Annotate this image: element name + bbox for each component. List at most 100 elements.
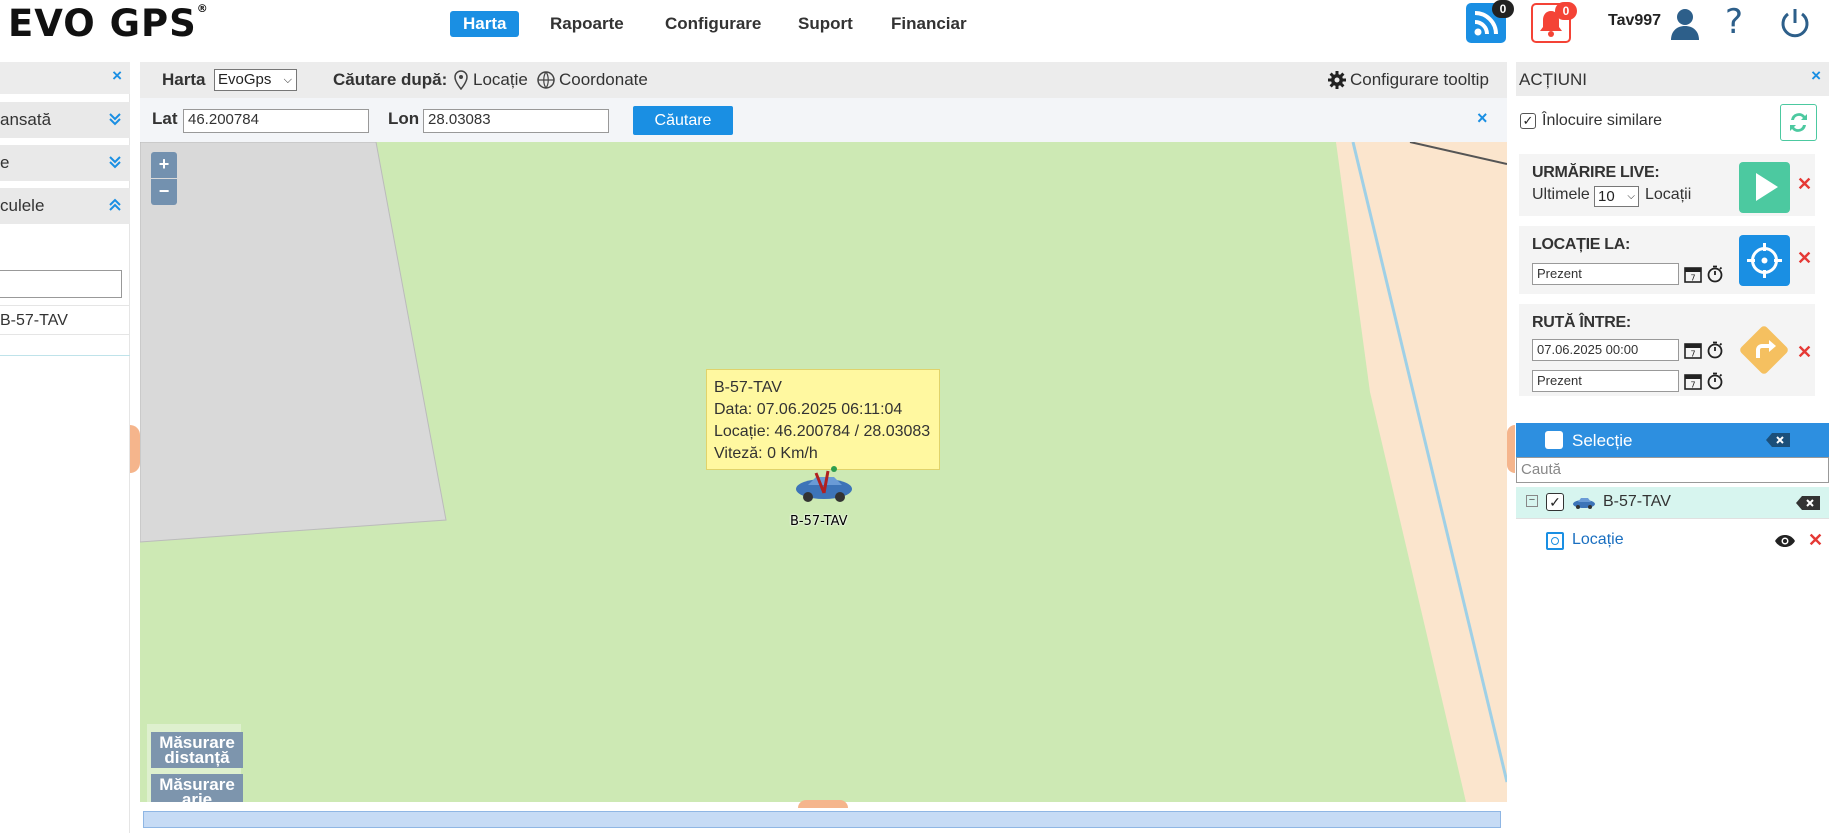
username[interactable]: Tav997 bbox=[1608, 12, 1661, 30]
map-canvas[interactable]: + − B-57-TAV Data: 07.06.2025 06:11:04 L… bbox=[140, 142, 1507, 802]
help-icon[interactable]: ? bbox=[1725, 2, 1743, 42]
calendar-icon[interactable]: 7 bbox=[1684, 372, 1702, 390]
calendar-icon[interactable]: 7 bbox=[1684, 341, 1702, 359]
route-card: RUTĂ ÎNTRE: 07.06.2025 00:00 7 Prezent 7… bbox=[1519, 304, 1815, 396]
alerts-button[interactable]: 0 bbox=[1531, 2, 1577, 43]
close-actions-icon[interactable]: × bbox=[1811, 66, 1821, 86]
map-label: Harta bbox=[162, 70, 206, 89]
measure-area-button[interactable]: Măsurare arie bbox=[151, 774, 243, 802]
clear-location-icon[interactable]: ✕ bbox=[1797, 248, 1812, 269]
zoom-out-button[interactable]: − bbox=[151, 179, 177, 205]
right-panel-toggle[interactable] bbox=[1507, 425, 1515, 473]
replace-similar-checkbox[interactable]: ✓ bbox=[1520, 113, 1536, 129]
actions-panel: ACȚIUNI × ✓ Înlocuire similare URMĂRIRE … bbox=[1516, 62, 1829, 833]
app-logo[interactable]: EVO GPS® bbox=[8, 2, 209, 45]
car-icon bbox=[1573, 498, 1595, 509]
power-icon[interactable] bbox=[1777, 5, 1813, 41]
rss-button[interactable]: 0 bbox=[1466, 0, 1514, 43]
left-panel-header: × bbox=[0, 62, 130, 94]
locate-button[interactable] bbox=[1739, 235, 1790, 286]
live-title: URMĂRIRE LIVE: bbox=[1532, 164, 1660, 181]
nav-configurare[interactable]: Configurare bbox=[652, 11, 774, 37]
eye-icon[interactable] bbox=[1774, 534, 1796, 548]
vehicle-checkbox[interactable]: ✓ bbox=[1546, 493, 1564, 511]
double-chevron-down-icon bbox=[109, 156, 121, 169]
left-section-3[interactable]: culele bbox=[0, 188, 130, 224]
lat-input[interactable]: 46.200784 bbox=[183, 109, 369, 133]
start-live-button[interactable] bbox=[1739, 162, 1790, 213]
actions-header: ACȚIUNI × bbox=[1516, 62, 1829, 96]
location-pin-icon[interactable] bbox=[453, 70, 469, 90]
actions-title: ACȚIUNI bbox=[1519, 70, 1587, 89]
search-button[interactable]: Căutare bbox=[633, 106, 733, 135]
bottom-panel-toggle[interactable] bbox=[798, 800, 848, 808]
left-section-1[interactable]: ansată bbox=[0, 102, 130, 138]
calendar-icon[interactable]: 7 bbox=[1684, 265, 1702, 283]
remove-layer-icon[interactable]: ✕ bbox=[1808, 530, 1823, 551]
live-locations-label: Locații bbox=[1645, 186, 1692, 203]
close-search-icon[interactable]: × bbox=[1477, 108, 1488, 129]
crosshair-icon bbox=[1747, 243, 1782, 278]
gear-icon[interactable] bbox=[1327, 70, 1347, 90]
refresh-icon bbox=[1790, 113, 1807, 132]
marker-label: B-57-TAV bbox=[790, 514, 848, 529]
lon-label: Lon bbox=[388, 109, 420, 128]
double-chevron-down-icon bbox=[109, 113, 121, 126]
rss-count-badge: 0 bbox=[1492, 0, 1514, 18]
selection-search-input[interactable]: Caută bbox=[1516, 457, 1829, 483]
route-from-input[interactable]: 07.06.2025 00:00 bbox=[1532, 339, 1679, 361]
location-option[interactable]: Locație bbox=[473, 70, 528, 90]
left-section-2[interactable]: e bbox=[0, 145, 130, 181]
divider bbox=[0, 355, 130, 356]
nav-harta[interactable]: Harta bbox=[450, 11, 520, 37]
svg-text:7: 7 bbox=[1690, 350, 1695, 359]
left-vehicle-row[interactable]: B-57-TAV bbox=[0, 305, 130, 335]
alerts-count-badge: 0 bbox=[1555, 2, 1577, 20]
clear-selection-icon[interactable] bbox=[1766, 433, 1790, 447]
coordinates-option[interactable]: Coordonate bbox=[559, 70, 648, 90]
double-chevron-up-icon bbox=[109, 198, 121, 211]
location-at-title: LOCAȚIE LA: bbox=[1532, 236, 1631, 253]
map-type-select[interactable]: EvoGps ⌵ bbox=[214, 69, 297, 91]
nav-rapoarte[interactable]: Rapoarte bbox=[537, 11, 637, 37]
svg-text:7: 7 bbox=[1690, 381, 1695, 390]
bottom-panel-bar[interactable] bbox=[143, 811, 1501, 828]
nav-financiar[interactable]: Financiar bbox=[878, 11, 980, 37]
zoom-in-button[interactable]: + bbox=[151, 152, 177, 178]
stopwatch-icon[interactable] bbox=[1706, 341, 1724, 359]
globe-pin-icon[interactable] bbox=[536, 70, 556, 90]
left-panel-toggle[interactable] bbox=[130, 425, 140, 473]
measure-distance-button[interactable]: Măsurare distanță bbox=[151, 732, 243, 768]
route-to-input[interactable]: Prezent bbox=[1532, 370, 1679, 392]
clear-live-icon[interactable]: ✕ bbox=[1797, 174, 1812, 195]
car-marker-icon[interactable] bbox=[788, 463, 860, 508]
vehicle-tooltip: B-57-TAV Data: 07.06.2025 06:11:04 Locaț… bbox=[706, 369, 940, 470]
select-all-checkbox[interactable] bbox=[1545, 431, 1563, 449]
nav-suport[interactable]: Suport bbox=[785, 11, 866, 37]
location-layer-icon[interactable] bbox=[1546, 532, 1564, 550]
tooltip-config-link[interactable]: Configurare tooltip bbox=[1350, 70, 1489, 90]
left-search-input[interactable] bbox=[0, 270, 122, 298]
top-bar: EVO GPS® Harta Rapoarte Configurare Supo… bbox=[0, 0, 1829, 50]
collapse-icon[interactable]: − bbox=[1526, 495, 1538, 507]
lon-input[interactable]: 28.03083 bbox=[423, 109, 609, 133]
live-count-select[interactable]: 10 ⌵ bbox=[1594, 186, 1639, 207]
location-layer-label[interactable]: Locație bbox=[1572, 531, 1624, 549]
refresh-button[interactable] bbox=[1780, 104, 1817, 141]
location-at-input[interactable]: Prezent bbox=[1532, 263, 1679, 285]
stopwatch-icon[interactable] bbox=[1706, 265, 1724, 283]
selection-header: Selecție bbox=[1516, 423, 1829, 457]
route-button[interactable] bbox=[1736, 322, 1792, 378]
close-left-panel-icon[interactable]: × bbox=[112, 66, 122, 86]
user-icon[interactable] bbox=[1668, 6, 1702, 40]
divider bbox=[1516, 518, 1829, 519]
selection-title: Selecție bbox=[1572, 431, 1633, 450]
location-at-card: LOCAȚIE LA: Prezent 7 ✕ bbox=[1519, 226, 1815, 294]
stopwatch-icon[interactable] bbox=[1706, 372, 1724, 390]
replace-similar-label: Înlocuire similare bbox=[1542, 112, 1663, 129]
selected-vehicle-label: B-57-TAV bbox=[1603, 493, 1671, 510]
remove-vehicle-icon[interactable] bbox=[1796, 496, 1820, 510]
clear-route-icon[interactable]: ✕ bbox=[1797, 342, 1812, 363]
lat-label: Lat bbox=[152, 109, 178, 128]
selected-vehicle-row[interactable]: − ✓ B-57-TAV bbox=[1516, 487, 1829, 518]
